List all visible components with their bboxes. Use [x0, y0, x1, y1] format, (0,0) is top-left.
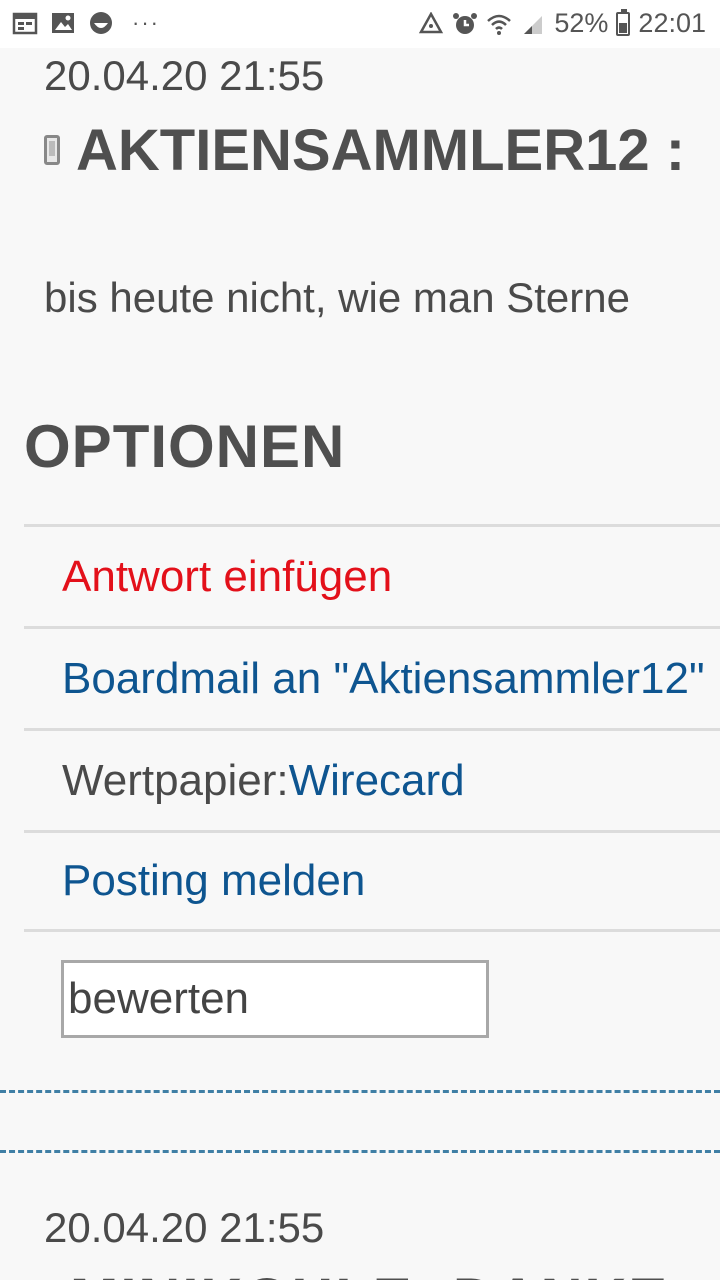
reply-link[interactable]: Antwort einfügen	[62, 552, 392, 602]
battery-icon	[616, 8, 631, 36]
clock: 22:01	[638, 8, 706, 38]
post-author-name: AKTIENSAMMLER12 :	[76, 117, 686, 183]
gallery-icon	[52, 13, 74, 33]
battery-percent: 52%	[554, 8, 609, 38]
report-posting-link[interactable]: Posting melden	[62, 856, 365, 906]
next-post-author[interactable]: MINIKOHLE: DANKE	[70, 1266, 669, 1280]
page-content: 20.04.20 21:55 AKTIENSAMMLER12 : bis heu…	[0, 48, 720, 1280]
boardmail-link[interactable]: Boardmail an "Aktiensammler12"	[62, 654, 705, 704]
post-separator-bottom	[0, 1150, 720, 1153]
options-list: Antwort einfügen Boardmail an "Aktiensam…	[24, 524, 720, 932]
signal-icon	[524, 15, 543, 34]
mobile-device-icon	[44, 135, 60, 165]
option-row-boardmail: Boardmail an "Aktiensammler12"	[24, 626, 720, 728]
wifi-icon	[487, 14, 512, 35]
calendar-icon	[12, 12, 38, 35]
security-label: Wertpapier:	[62, 755, 289, 805]
post-text: bis heute nicht, wie man Sterne	[44, 274, 630, 321]
rate-select[interactable]: bewerten	[61, 960, 489, 1038]
battery-fill	[619, 23, 628, 33]
post-separator-top	[0, 1090, 720, 1093]
status-left-icons: ···	[12, 10, 160, 36]
next-post-date: 20.04.20 21:55	[44, 1204, 325, 1251]
security-link[interactable]: Wirecard	[289, 756, 465, 806]
post-author[interactable]: AKTIENSAMMLER12 :	[44, 117, 686, 183]
option-row-security: Wertpapier: Wirecard	[24, 728, 720, 830]
more-notifications-icon: ···	[132, 10, 160, 35]
option-row-reply: Antwort einfügen	[24, 524, 720, 626]
face-icon	[90, 12, 112, 34]
alarm-icon	[453, 12, 478, 34]
status-bar: ··· 52% 22:01	[0, 0, 720, 48]
status-right: 52% 22:01	[418, 8, 706, 39]
recycle-icon	[419, 11, 444, 33]
options-heading: OPTIONEN	[24, 413, 346, 480]
post-date: 20.04.20 21:55	[44, 52, 325, 99]
option-row-report: Posting melden	[24, 830, 720, 932]
